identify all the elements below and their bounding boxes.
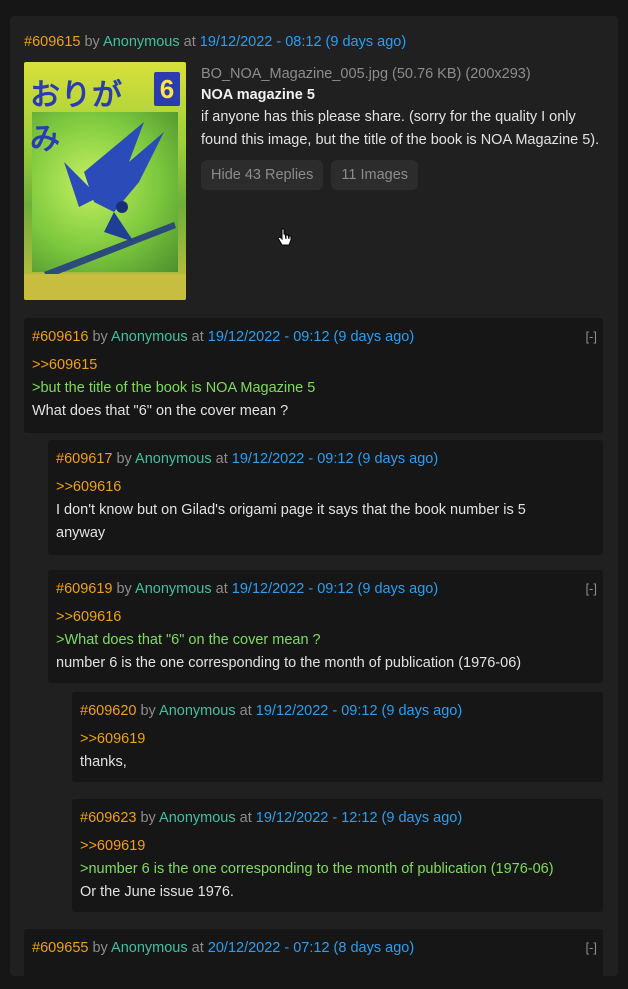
- post-number[interactable]: #609623: [80, 810, 136, 826]
- by-label: by: [92, 329, 108, 345]
- by-label: by: [116, 581, 132, 597]
- collapse-button[interactable]: [-]: [585, 329, 597, 344]
- post-text: anyway: [56, 525, 106, 541]
- poster-name[interactable]: Anonymous: [135, 581, 212, 597]
- post-header: #609617 by Anonymous at 19/12/2022 - 09:…: [56, 449, 595, 469]
- post-date[interactable]: 19/12/2022 - 09:12 (9 days ago): [256, 703, 462, 719]
- post-text: if anyone has this please share. (sorry …: [201, 109, 600, 148]
- reply-post: #609623 by Anonymous at 19/12/2022 - 12:…: [72, 799, 603, 912]
- quote-link[interactable]: >>609615: [32, 354, 595, 377]
- post-text: thanks,: [80, 754, 127, 770]
- file-info[interactable]: BO_NOA_Magazine_005.jpg (50.76 KB) (200x…: [201, 64, 614, 84]
- post-number[interactable]: #609615: [24, 34, 80, 50]
- poster-name[interactable]: Anonymous: [159, 703, 236, 719]
- reply-post: #609620 by Anonymous at 19/12/2022 - 09:…: [72, 692, 603, 782]
- greentext: >but the title of the book is NOA Magazi…: [32, 380, 316, 396]
- post-header: #609616 by Anonymous at 19/12/2022 - 09:…: [32, 327, 595, 347]
- thread-container: #609615 by Anonymous at 19/12/2022 - 08:…: [10, 16, 618, 989]
- post-text: number 6 is the one corresponding to the…: [56, 655, 522, 671]
- post-header: #609619 by Anonymous at 19/12/2022 - 09:…: [56, 579, 595, 599]
- reply-post: #609619 by Anonymous at 19/12/2022 - 09:…: [48, 570, 603, 683]
- quote-link[interactable]: >>609616: [56, 476, 595, 499]
- poster-name[interactable]: Anonymous: [159, 810, 236, 826]
- poster-name[interactable]: Anonymous: [111, 329, 188, 345]
- op-post: #609615 by Anonymous at 19/12/2022 - 08:…: [24, 32, 614, 300]
- post-date[interactable]: 19/12/2022 - 09:12 (9 days ago): [232, 451, 438, 467]
- post-date[interactable]: 19/12/2022 - 08:12 (9 days ago): [200, 34, 406, 50]
- post-number[interactable]: #609619: [56, 581, 112, 597]
- quote-link[interactable]: >>609616: [56, 606, 595, 629]
- post-number[interactable]: #609617: [56, 451, 112, 467]
- at-label: at: [183, 34, 196, 50]
- post-text: What does that "6" on the cover mean ?: [32, 403, 289, 419]
- at-label: at: [191, 329, 204, 345]
- post-number[interactable]: #609655: [32, 940, 88, 956]
- cover-title: おりがみ: [30, 78, 123, 157]
- at-label: at: [191, 940, 204, 956]
- quote-link[interactable]: >>609619: [80, 728, 595, 751]
- at-label: at: [215, 581, 228, 597]
- reply-post: #609655 by Anonymous at 20/12/2022 - 07:…: [24, 929, 603, 989]
- greentext: >number 6 is the one corresponding to th…: [80, 861, 554, 877]
- post-date[interactable]: 20/12/2022 - 07:12 (8 days ago): [208, 940, 414, 956]
- post-date[interactable]: 19/12/2022 - 09:12 (9 days ago): [232, 581, 438, 597]
- at-label: at: [239, 703, 252, 719]
- reply-post: #609617 by Anonymous at 19/12/2022 - 09:…: [48, 440, 603, 555]
- by-label: by: [84, 34, 100, 50]
- post-text: I don't know but on Gilad's origami page…: [56, 502, 526, 518]
- post-number[interactable]: #609616: [32, 329, 88, 345]
- at-label: at: [215, 451, 228, 467]
- op-thumbnail[interactable]: おりがみ 6: [24, 62, 186, 300]
- by-label: by: [140, 810, 156, 826]
- post-header: #609623 by Anonymous at 19/12/2022 - 12:…: [80, 808, 595, 828]
- poster-name[interactable]: Anonymous: [135, 451, 212, 467]
- hide-replies-button[interactable]: Hide 43 Replies: [201, 160, 324, 190]
- cover-issue-number: 6: [154, 72, 180, 106]
- post-header: #609655 by Anonymous at 20/12/2022 - 07:…: [32, 938, 595, 958]
- op-actions: Hide 43 Replies 11 Images: [201, 160, 614, 190]
- collapse-button[interactable]: [-]: [585, 940, 597, 955]
- cover-footer-strip: [24, 274, 186, 300]
- poster-name[interactable]: Anonymous: [103, 34, 180, 50]
- poster-name[interactable]: Anonymous: [111, 940, 188, 956]
- reply-post: #609616 by Anonymous at 19/12/2022 - 09:…: [24, 318, 603, 433]
- at-label: at: [239, 810, 252, 826]
- by-label: by: [140, 703, 156, 719]
- by-label: by: [92, 940, 108, 956]
- quote-link[interactable]: >>609619: [80, 835, 595, 858]
- post-header: #609620 by Anonymous at 19/12/2022 - 09:…: [80, 701, 595, 721]
- op-body: BO_NOA_Magazine_005.jpg (50.76 KB) (200x…: [201, 64, 614, 190]
- images-button[interactable]: 11 Images: [331, 160, 419, 190]
- collapse-button[interactable]: [-]: [585, 581, 597, 596]
- by-label: by: [116, 451, 132, 467]
- post-title: NOA magazine 5: [201, 87, 315, 103]
- hand-cursor-icon: [277, 228, 292, 246]
- post-header: #609615 by Anonymous at 19/12/2022 - 08:…: [24, 32, 614, 52]
- post-text: Or the June issue 1976.: [80, 884, 234, 900]
- greentext: >What does that "6" on the cover mean ?: [56, 632, 321, 648]
- post-number[interactable]: #609620: [80, 703, 136, 719]
- post-date[interactable]: 19/12/2022 - 09:12 (9 days ago): [208, 329, 414, 345]
- post-date[interactable]: 19/12/2022 - 12:12 (9 days ago): [256, 810, 462, 826]
